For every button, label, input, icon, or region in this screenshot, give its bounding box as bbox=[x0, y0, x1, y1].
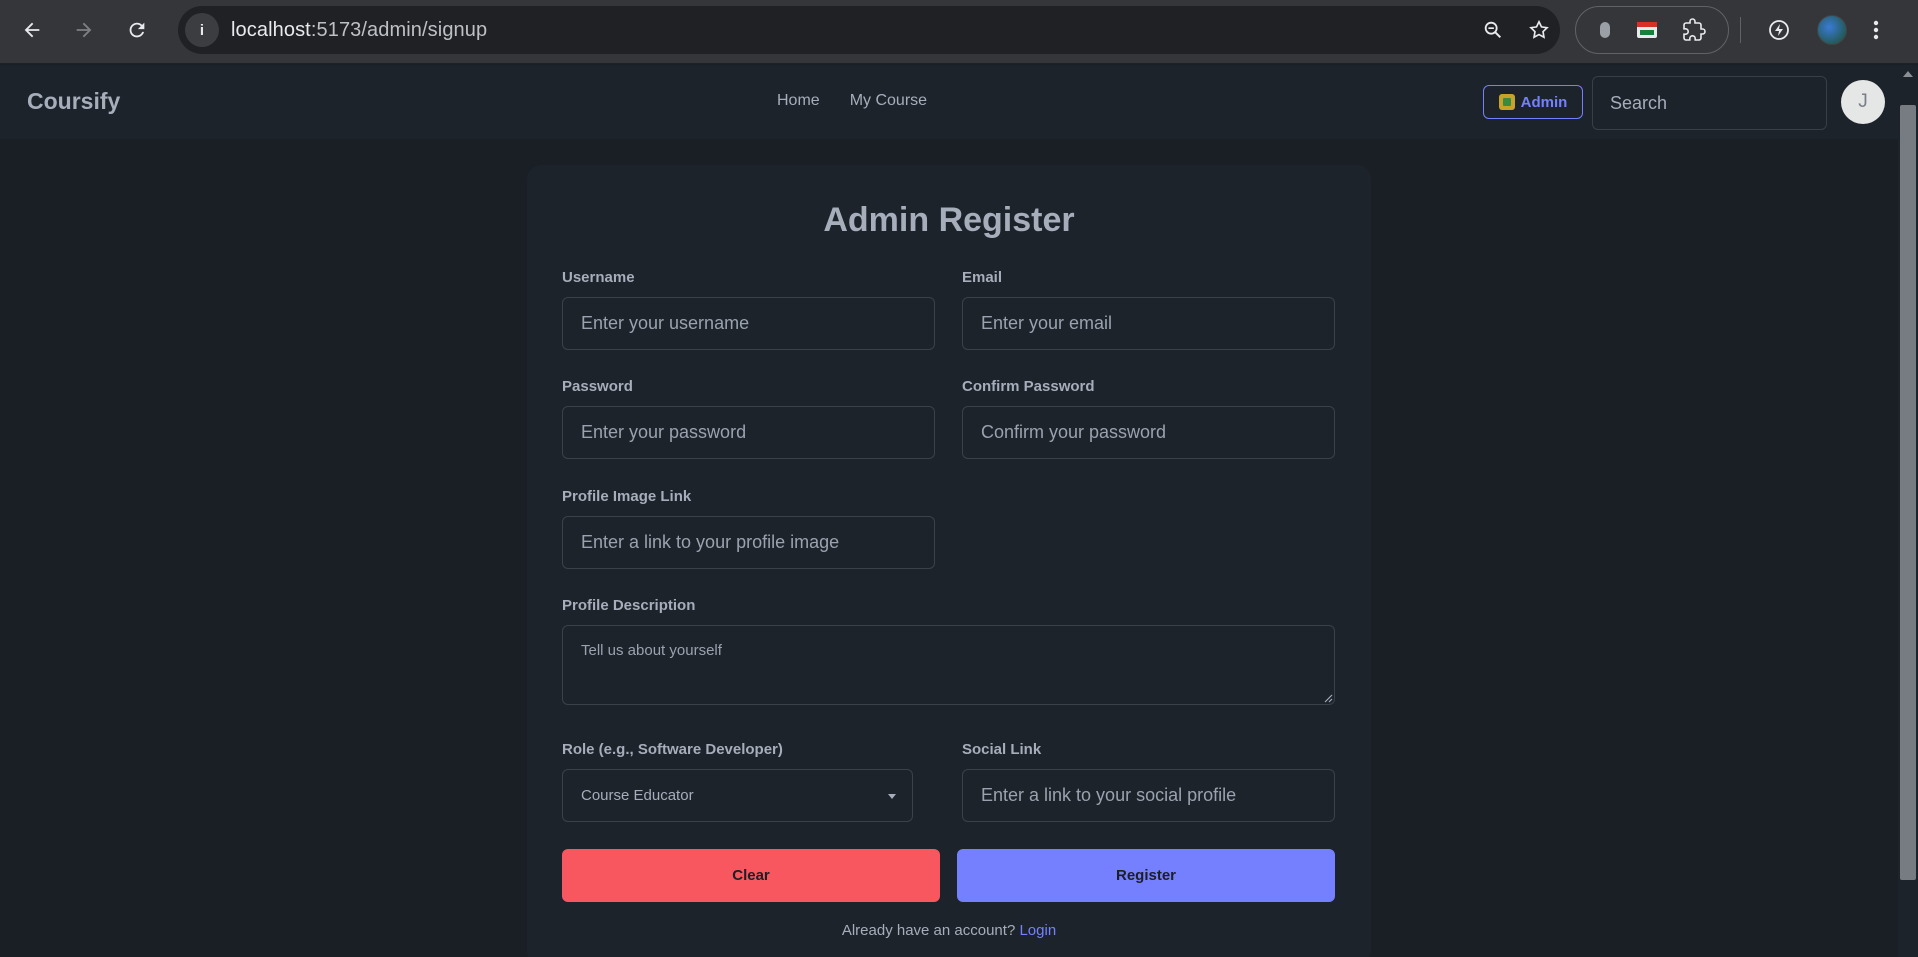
confirm-password-input[interactable] bbox=[962, 406, 1335, 459]
confirm-password-label: Confirm Password bbox=[962, 378, 1095, 395]
social-link-input[interactable] bbox=[962, 769, 1335, 822]
admin-button[interactable]: Admin bbox=[1483, 85, 1583, 119]
arrow-right-icon bbox=[76, 22, 92, 38]
extensions-puzzle-icon[interactable] bbox=[1682, 18, 1707, 42]
site-info-icon[interactable]: i bbox=[185, 13, 219, 47]
profile-image-label: Profile Image Link bbox=[562, 488, 692, 505]
bookmark-star-icon[interactable] bbox=[1528, 19, 1550, 41]
arrow-left-icon bbox=[24, 22, 40, 38]
extensions-group bbox=[1575, 6, 1729, 54]
performance-icon[interactable] bbox=[1767, 18, 1791, 42]
clear-button[interactable]: Clear bbox=[562, 849, 940, 902]
user-avatar[interactable]: J bbox=[1841, 80, 1885, 124]
scrollbar-thumb[interactable] bbox=[1900, 105, 1916, 880]
page-title: Admin Register bbox=[823, 201, 1075, 239]
extension-calendar-icon[interactable] bbox=[1635, 19, 1659, 41]
login-link[interactable]: Login bbox=[1019, 922, 1056, 939]
register-card: Admin Register Username Email Password C… bbox=[527, 165, 1371, 957]
password-input[interactable] bbox=[562, 406, 935, 459]
extension-mouse-icon[interactable] bbox=[1598, 20, 1612, 40]
scroll-up-arrow-icon[interactable] bbox=[1903, 71, 1913, 77]
nav-link-home[interactable]: Home bbox=[777, 92, 820, 110]
browser-chrome: i localhost:5173/admin/signup bbox=[0, 0, 1918, 64]
zoom-icon[interactable] bbox=[1482, 19, 1504, 41]
admin-badge-icon bbox=[1498, 94, 1515, 110]
password-label: Password bbox=[562, 378, 633, 395]
nav-links: Home My Course bbox=[777, 92, 927, 110]
login-prompt-text: Already have an account? bbox=[841, 922, 1016, 939]
forward-button[interactable] bbox=[64, 12, 104, 48]
profile-image-input[interactable] bbox=[562, 516, 935, 569]
role-selected-value: Course Educator bbox=[581, 787, 694, 804]
username-label: Username bbox=[562, 269, 635, 286]
email-input[interactable] bbox=[962, 297, 1335, 350]
toolbar-divider bbox=[1740, 17, 1741, 43]
email-label: Email bbox=[962, 269, 1003, 286]
reload-icon bbox=[129, 22, 145, 38]
social-link-label: Social Link bbox=[962, 741, 1042, 758]
app-navbar: Coursify Home My Course Admin J bbox=[0, 65, 1898, 139]
url-path: :5173/admin/signup bbox=[310, 18, 488, 41]
address-bar[interactable]: i localhost:5173/admin/signup bbox=[178, 6, 1560, 54]
profile-description-textarea[interactable] bbox=[562, 625, 1335, 705]
brand-logo[interactable]: Coursify bbox=[27, 88, 120, 115]
back-button[interactable] bbox=[12, 12, 52, 48]
reload-button[interactable] bbox=[117, 12, 157, 48]
role-label: Role (e.g., Software Developer) bbox=[562, 741, 783, 758]
nav-link-my-course[interactable]: My Course bbox=[850, 92, 927, 110]
resize-handle-icon[interactable] bbox=[1323, 693, 1333, 703]
profile-description-label: Profile Description bbox=[562, 597, 696, 614]
url-text: localhost:5173/admin/signup bbox=[231, 19, 487, 42]
admin-button-label: Admin bbox=[1520, 93, 1568, 111]
browser-profile-avatar[interactable] bbox=[1817, 15, 1847, 45]
login-prompt: Already have an account? Login bbox=[527, 922, 1371, 939]
url-host: localhost bbox=[231, 18, 311, 41]
more-menu-icon[interactable] bbox=[1873, 19, 1879, 41]
username-input[interactable] bbox=[562, 297, 935, 350]
role-select[interactable]: Course Educator bbox=[562, 769, 913, 822]
register-button[interactable]: Register bbox=[957, 849, 1335, 902]
page-scrollbar[interactable] bbox=[1898, 65, 1918, 957]
search-input[interactable] bbox=[1592, 76, 1827, 130]
chevron-down-icon bbox=[888, 794, 896, 799]
